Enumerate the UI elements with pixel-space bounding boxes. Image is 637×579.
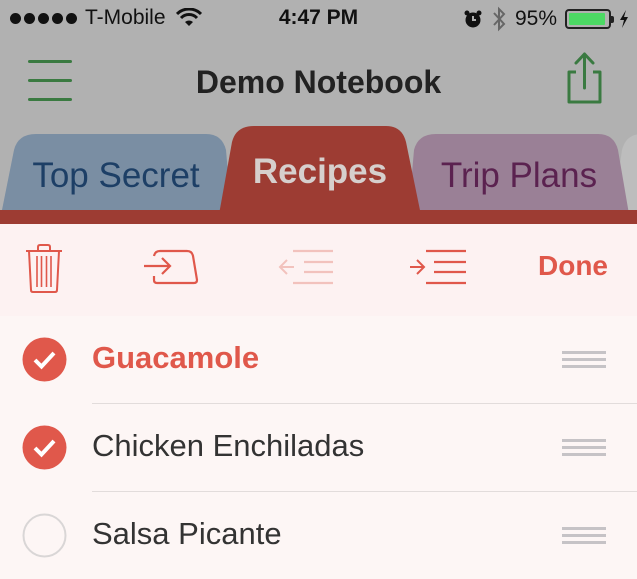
reorder-handle-icon[interactable] <box>562 527 608 545</box>
navigation-bar: Demo Notebook <box>0 40 637 124</box>
indent-button[interactable] <box>408 248 468 293</box>
unchecked-circle-icon[interactable] <box>22 513 67 558</box>
active-tab-strip <box>0 210 637 224</box>
battery-percent: 95% <box>514 7 557 30</box>
bluetooth-icon <box>493 6 506 32</box>
alarm-icon <box>464 10 482 28</box>
list-item-title: Chicken Enchiladas <box>92 428 365 463</box>
tab-recipes[interactable]: Recipes <box>218 126 422 220</box>
outdent-button[interactable] <box>278 248 338 293</box>
reorder-handle-icon[interactable] <box>562 439 608 457</box>
list-item-title: Salsa Picante <box>92 516 282 551</box>
checked-circle-icon[interactable] <box>22 337 67 382</box>
checked-circle-icon[interactable] <box>22 425 67 470</box>
move-to-icon <box>144 249 199 285</box>
indent-icon <box>410 249 466 285</box>
done-button[interactable]: Done <box>538 250 608 282</box>
tab-label: Top Secret <box>32 156 200 195</box>
battery-level-fill <box>569 13 606 25</box>
tab-label: Trip Plans <box>440 156 598 195</box>
share-button[interactable] <box>562 50 610 108</box>
status-bar: T-Mobile 4:47 PM 95% <box>0 0 637 38</box>
outdent-icon <box>278 249 333 285</box>
delete-button[interactable] <box>22 244 66 299</box>
move-button[interactable] <box>142 248 210 293</box>
charging-bolt-icon <box>620 10 628 28</box>
battery-icon <box>565 9 614 29</box>
tab-top-secret[interactable]: Top Secret <box>0 134 232 220</box>
list-item-title: Guacamole <box>92 340 260 375</box>
list-item[interactable]: Chicken Enchiladas <box>0 404 637 492</box>
tab-label: Recipes <box>252 152 388 191</box>
tab-trip-plans[interactable]: Trip Plans <box>408 134 630 220</box>
recipe-list: Guacamole Chicken Enchiladas Salsa Pican… <box>0 316 637 579</box>
list-item[interactable]: Salsa Picante <box>0 492 637 579</box>
trash-icon <box>26 244 62 293</box>
list-item[interactable]: Guacamole <box>0 316 637 404</box>
reorder-handle-icon[interactable] <box>562 351 608 369</box>
page-title: Demo Notebook <box>195 64 442 100</box>
share-icon <box>567 52 602 104</box>
edit-toolbar: Done <box>0 224 637 316</box>
